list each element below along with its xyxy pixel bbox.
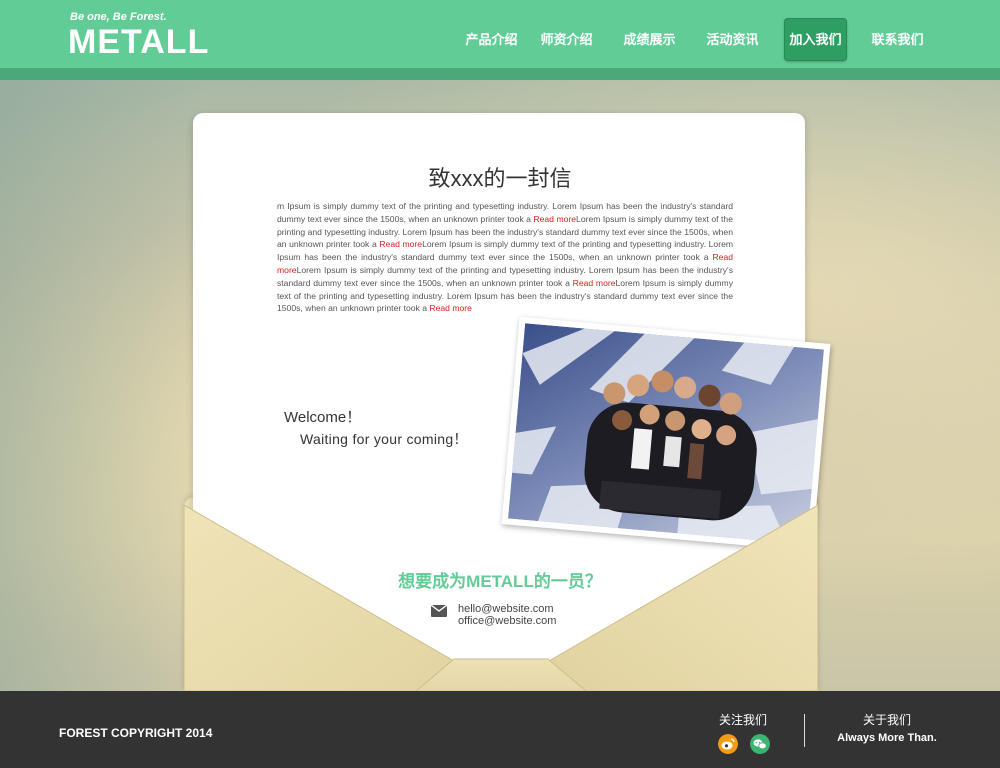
read-more-link[interactable]: Read more xyxy=(429,303,472,313)
nav-item-join-us[interactable]: 加入我们 xyxy=(784,18,847,61)
read-more-link[interactable]: Read more xyxy=(379,239,422,249)
header-band xyxy=(0,68,1000,80)
site-footer: FOREST COPYRIGHT 2014 关注我们 关于我们 Always M… xyxy=(0,691,1000,768)
letter-title: 致xxx的一封信 xyxy=(428,166,572,191)
email-hello[interactable]: hello@website.com xyxy=(458,603,554,615)
join-cta: 想要成为METALL的一员？ xyxy=(398,572,602,591)
read-more-link[interactable]: Read more xyxy=(573,278,616,288)
nav-item-contact[interactable]: 联系我们 xyxy=(865,18,930,61)
site-header: Be one, Be Forest. METALL 产品介绍 师资介绍 成绩展示… xyxy=(0,0,1000,68)
about-us-label[interactable]: 关于我们 xyxy=(840,711,934,728)
about-us-slogan: Always More Than. xyxy=(837,732,937,744)
mail-icon xyxy=(431,605,447,617)
follow-us-label: 关注我们 xyxy=(718,713,767,727)
nav-item-news[interactable]: 活动资讯 xyxy=(700,18,765,61)
welcome-text: Welcome！ xyxy=(284,409,362,426)
footer-divider xyxy=(804,714,805,747)
read-more-link[interactable]: Read more xyxy=(533,214,576,224)
copyright-text: FOREST COPYRIGHT 2014 xyxy=(59,726,213,740)
letter-body: m Ipsum is simply dummy text of the prin… xyxy=(277,200,733,315)
wechat-icon[interactable] xyxy=(750,734,770,754)
weibo-icon[interactable] xyxy=(718,734,738,754)
logo[interactable]: METALL xyxy=(68,24,209,60)
logo-tagline: Be one, Be Forest. xyxy=(70,11,167,23)
waiting-text: Waiting for your coming！ xyxy=(300,431,468,447)
envelope-front xyxy=(184,504,818,691)
nav-item-products[interactable]: 产品介绍 xyxy=(459,18,524,61)
email-office[interactable]: office@website.com xyxy=(458,615,556,627)
nav-item-achievements[interactable]: 成绩展示 xyxy=(617,18,682,61)
nav-item-teachers[interactable]: 师资介绍 xyxy=(534,18,599,61)
